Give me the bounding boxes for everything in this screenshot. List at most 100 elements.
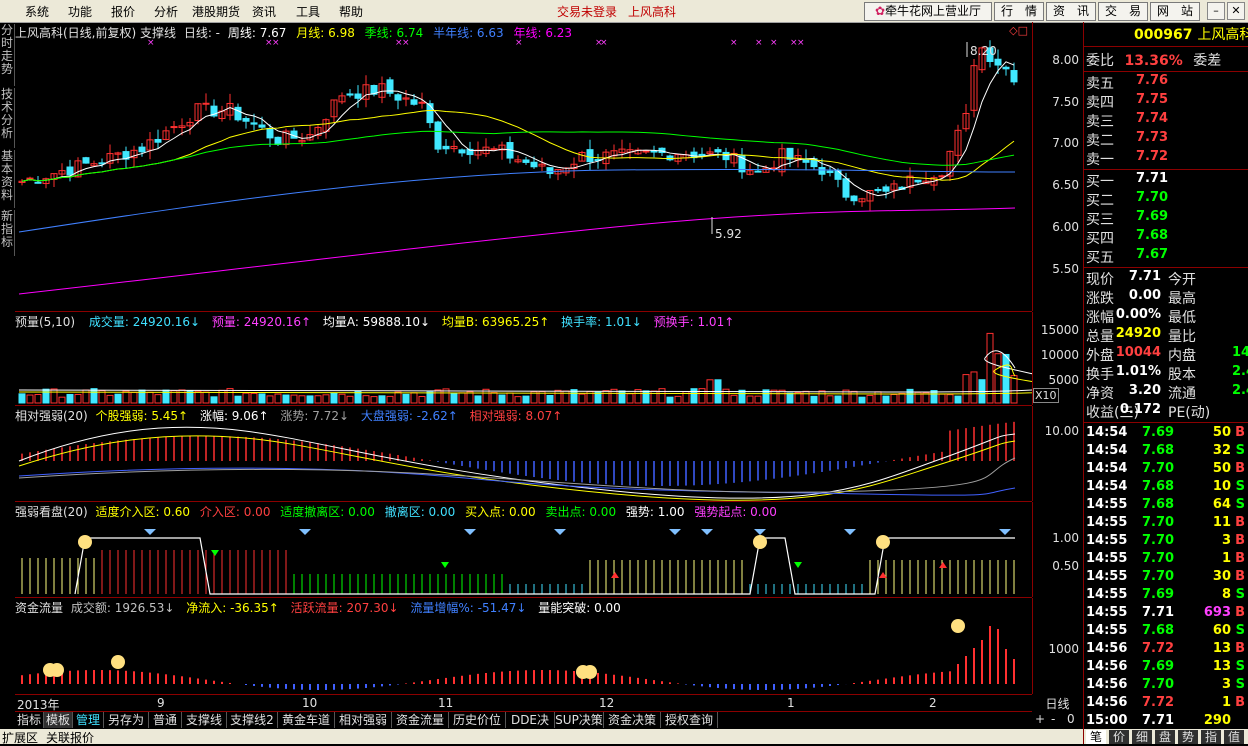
quote-tab[interactable]: 值 <box>1224 730 1244 744</box>
candle-body <box>234 106 242 121</box>
sell-level[interactable]: 卖三 7.74 <box>1086 111 1168 130</box>
y-tick: 5.50 <box>1052 262 1079 276</box>
close-icon[interactable]: ✕ <box>1227 2 1245 20</box>
broker-button[interactable]: ✿牵牛花网上营业厅 <box>864 2 992 21</box>
news-button[interactable]: 资 讯 <box>1046 2 1096 21</box>
strength-title: 相对强弱(20) <box>15 409 88 423</box>
tab-saveas[interactable]: 另存为 <box>104 712 149 728</box>
volume-bar <box>594 391 602 404</box>
tick-time: 14:55 <box>1086 515 1128 530</box>
tick-row: 14:56 7.70 3 S <box>1086 677 1248 695</box>
menu-function[interactable]: 功能 <box>68 3 92 20</box>
tab-indicator[interactable]: 指标 <box>15 712 44 728</box>
zoom-in-button[interactable]: + <box>1035 712 1045 726</box>
sell-level[interactable]: 卖二 7.73 <box>1086 130 1168 149</box>
tab-intraday[interactable]: 分时走势 <box>0 24 15 86</box>
volume-bar <box>330 392 338 404</box>
tick-price: 7.71 <box>1142 713 1175 728</box>
menu-help[interactable]: 帮助 <box>339 3 363 20</box>
strength-panel[interactable]: 相对强弱(20) 个股强弱: 5.45↑ 涨幅: 9.06↑ 涨势: 7.72↓… <box>15 406 1032 502</box>
buy-label: 买一 <box>1086 174 1114 190</box>
smile-icon <box>951 619 965 633</box>
menu-news[interactable]: 资讯 <box>252 3 276 20</box>
buy-level[interactable]: 买三 7.69 <box>1086 209 1168 228</box>
tab-dde[interactable]: DDE决策 <box>506 712 555 743</box>
y-tick: 15000 <box>1040 323 1079 337</box>
buy-level[interactable]: 买五 7.67 <box>1086 247 1168 266</box>
buy-level[interactable]: 买二 7.70 <box>1086 190 1168 209</box>
candle-body <box>34 181 42 184</box>
volume-bar <box>202 391 210 404</box>
tick-side: S <box>1235 443 1245 458</box>
tab-new-indicator[interactable]: 新指标 <box>0 210 15 256</box>
diamond-icon <box>669 529 681 535</box>
menu-tools[interactable]: 工具 <box>296 3 320 20</box>
board-item: 适度撤离区: 0.00 <box>280 505 375 519</box>
panel-toggle-icon[interactable]: ◇□ <box>1009 24 1028 37</box>
stat-value: 2.4 <box>1232 383 1248 398</box>
signal-marker: × <box>730 38 738 48</box>
tick-volume: 10 <box>1212 479 1231 494</box>
candle-body <box>258 124 266 128</box>
tab-technical[interactable]: 技术分析 <box>0 88 15 148</box>
tab-support2[interactable]: 支撑线2 <box>227 712 278 728</box>
tab-sup[interactable]: SUP决策 <box>555 712 604 728</box>
volume-y-axis: 15000 10000 5000 X10 <box>1032 312 1083 405</box>
tab-fund-flow[interactable]: 资金流量 <box>392 712 449 728</box>
menu-analysis[interactable]: 分析 <box>154 3 178 20</box>
zoom-out-button[interactable]: - <box>1051 712 1055 726</box>
website-button[interactable]: 网 站 <box>1150 2 1200 21</box>
tick-side: B <box>1235 515 1245 530</box>
menu-system[interactable]: 系统 <box>25 3 49 20</box>
volume-bar <box>322 394 330 404</box>
quote-tab[interactable]: 势 <box>1178 730 1198 744</box>
tab-golden-lane[interactable]: 黄金车道 <box>278 712 335 728</box>
tick-row: 14:54 7.68 10 S <box>1086 479 1248 497</box>
rs-item: 涨势: 7.72↓ <box>280 409 350 423</box>
fund-panel[interactable]: 资金流量 成交额: 1926.53↓ 净流入: -36.35↑ 活跃流量: 20… <box>15 598 1032 695</box>
quote-tab[interactable]: 价 <box>1109 730 1129 744</box>
menu-quote[interactable]: 报价 <box>111 3 135 20</box>
stat-label: 涨幅 <box>1086 310 1114 326</box>
volume-bar <box>290 394 298 404</box>
volume-panel[interactable]: 预量(5,10) 成交量: 24920.16↓ 预量: 24920.16↑ 均量… <box>15 312 1032 406</box>
trade-status: 交易未登录 <box>557 5 618 19</box>
tab-fundamentals[interactable]: 基本资料 <box>0 150 15 208</box>
sell-level[interactable]: 卖四 7.75 <box>1086 92 1168 111</box>
quote-tab[interactable]: 指 <box>1201 730 1221 744</box>
menu-hk-futures[interactable]: 港股期货 <box>192 3 240 20</box>
candle-body <box>994 58 1002 66</box>
y-tick: 10000 <box>1040 348 1079 362</box>
tab-auth-query[interactable]: 授权查询 <box>661 712 718 728</box>
tab-support[interactable]: 支撑线 <box>182 712 227 728</box>
minimize-icon[interactable]: – <box>1207 2 1225 20</box>
trade-button[interactable]: 交 易 <box>1098 2 1148 21</box>
tab-relative-strength[interactable]: 相对强弱 <box>335 712 392 728</box>
tab-fund-decision[interactable]: 资金决策 <box>604 712 661 728</box>
board-panel[interactable]: 强弱看盘(20) 适度介入区: 0.60 介入区: 0.00 适度撤离区: 0.… <box>15 502 1032 598</box>
tab-history-price[interactable]: 历史价位 <box>449 712 506 728</box>
quote-tab[interactable]: 细 <box>1132 730 1152 744</box>
sell-price: 7.75 <box>1136 92 1169 107</box>
tab-normal[interactable]: 普通 <box>149 712 182 728</box>
quote-tab[interactable]: 盘 <box>1155 730 1175 744</box>
buy-level[interactable]: 买一 7.71 <box>1086 171 1168 190</box>
zoom-reset-button[interactable]: 0 <box>1067 712 1075 726</box>
buy-level[interactable]: 买四 7.68 <box>1086 228 1168 247</box>
period-label[interactable]: 日线 <box>1033 695 1082 711</box>
volume-bar <box>1010 375 1018 404</box>
sell-level[interactable]: 卖五 7.76 <box>1086 73 1168 92</box>
tab-manage[interactable]: 管理 <box>73 712 104 728</box>
stat-value: 1.01% <box>1115 364 1161 379</box>
tab-template[interactable]: 模板 <box>44 712 73 728</box>
buy-label: 买五 <box>1086 250 1114 266</box>
kline-panel[interactable]: × × × × × × × × × × × × × 上风高科(日线,前复权) 支撑线 日线: - 周线:… <box>15 22 1032 312</box>
market-button[interactable]: 行 情 <box>994 2 1044 21</box>
vol-item: 预换手: 1.01↑ <box>653 315 735 329</box>
status-related-quote[interactable]: 关联报价 <box>46 729 94 746</box>
status-extension[interactable]: 扩展区 <box>2 729 38 746</box>
quote-tab[interactable]: 笔 <box>1086 730 1106 744</box>
volume-bar <box>258 393 266 404</box>
sell-level[interactable]: 卖一 7.72 <box>1086 149 1168 168</box>
stat-value: 0.00 <box>1128 288 1161 303</box>
